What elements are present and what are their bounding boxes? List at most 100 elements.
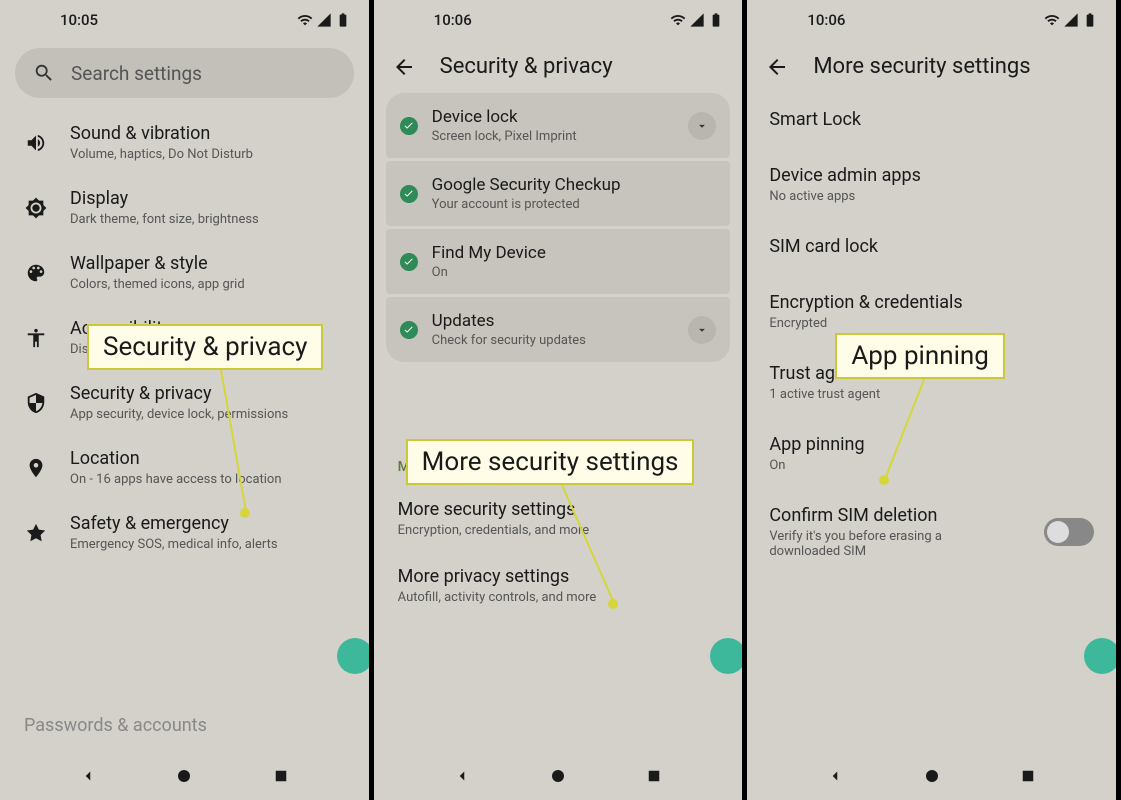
more-content: Smart Lock Device admin apps No active a… (747, 93, 1116, 750)
sub-title: More security settings (398, 499, 719, 520)
status-bar: 10:06 (374, 0, 743, 38)
header: More security settings (747, 38, 1116, 93)
fab-partial[interactable] (337, 638, 369, 674)
status-icons (670, 12, 724, 28)
card-sub: Your account is protected (432, 197, 717, 212)
setting-sub: Volume, haptics, Do Not Disturb (70, 147, 351, 162)
nav-bar (747, 750, 1116, 800)
status-bar: 10:06 (747, 0, 1116, 38)
fab-partial[interactable] (710, 638, 742, 674)
card-title: Device lock (432, 107, 675, 127)
volume-icon (24, 131, 48, 155)
card-title: Find My Device (432, 243, 717, 263)
battery-icon (1082, 12, 1098, 28)
setting-title: Location (70, 448, 351, 469)
setting-title: Wallpaper & style (70, 253, 351, 274)
item-device-admin[interactable]: Device admin apps No active apps (747, 149, 1116, 220)
item-title: Device admin apps (769, 165, 1094, 186)
item-sub: Encrypted (769, 316, 1094, 331)
status-bar: 10:05 (0, 0, 369, 38)
setting-location[interactable]: Location On - 16 apps have access to loc… (0, 435, 369, 500)
nav-recent[interactable] (1016, 764, 1040, 788)
more-security-screen: 10:06 More security settings Smart Lock … (747, 0, 1121, 800)
settings-content: Sound & vibration Volume, haptics, Do No… (0, 110, 369, 750)
nav-back[interactable] (76, 764, 100, 788)
setting-display[interactable]: Display Dark theme, font size, brightnes… (0, 175, 369, 240)
nav-bar (374, 750, 743, 800)
emergency-icon (24, 521, 48, 545)
nav-bar (0, 750, 369, 800)
back-button[interactable] (392, 55, 416, 79)
more-security-settings[interactable]: More security settings Encryption, crede… (374, 485, 743, 552)
settings-screen: 10:05 Search settings Sound & vibration … (0, 0, 374, 800)
wifi-icon (670, 12, 686, 28)
setting-title: Display (70, 188, 351, 209)
setting-sub: Emergency SOS, medical info, alerts (70, 537, 351, 552)
setting-security[interactable]: Security & privacy App security, device … (0, 370, 369, 435)
status-icons (297, 12, 351, 28)
item-app-pinning[interactable]: App pinning On (747, 418, 1116, 489)
toggle-sim-deletion[interactable] (1044, 518, 1094, 546)
setting-title: Sound & vibration (70, 123, 351, 144)
search-bar[interactable]: Search settings (15, 48, 354, 98)
back-button[interactable] (765, 55, 789, 79)
callout-app-pinning: App pinning (835, 333, 1005, 379)
setting-sub: App security, device lock, permissions (70, 407, 351, 422)
setting-passwords[interactable]: Passwords & accounts (0, 701, 369, 750)
item-sub: Verify it's you before erasing a downloa… (769, 529, 999, 559)
search-icon (33, 62, 55, 84)
brightness-icon (24, 196, 48, 220)
callout-more-security: More security settings (406, 439, 695, 485)
setting-wallpaper[interactable]: Wallpaper & style Colors, themed icons, … (0, 240, 369, 305)
wifi-icon (1044, 12, 1060, 28)
expand-button[interactable] (688, 112, 716, 140)
card-sub: On (432, 265, 717, 280)
nav-recent[interactable] (642, 764, 666, 788)
nav-home[interactable] (920, 764, 944, 788)
card-title: Google Security Checkup (432, 175, 717, 195)
callout-security: Security & privacy (87, 324, 323, 370)
accessibility-icon (24, 326, 48, 350)
header-title: More security settings (813, 54, 1030, 79)
card-find-device[interactable]: Find My Device On (386, 229, 731, 294)
item-sim-lock[interactable]: SIM card lock (747, 220, 1116, 276)
status-time: 10:06 (434, 11, 472, 29)
setting-title: Safety & emergency (70, 513, 351, 534)
battery-icon (708, 12, 724, 28)
item-title: Smart Lock (769, 109, 1094, 130)
fab-partial[interactable] (1084, 638, 1116, 674)
sub-title: More privacy settings (398, 566, 719, 587)
security-content: Device lock Screen lock, Pixel Imprint G… (374, 93, 743, 750)
expand-button[interactable] (688, 316, 716, 344)
palette-icon (24, 261, 48, 285)
sub-sub: Encryption, credentials, and more (398, 523, 719, 538)
check-icon (400, 185, 418, 203)
item-sub: No active apps (769, 189, 1094, 204)
signal-icon (1063, 12, 1079, 28)
item-confirm-sim[interactable]: Confirm SIM deletion Verify it's you bef… (747, 489, 1116, 575)
nav-back[interactable] (823, 764, 847, 788)
setting-sub: Colors, themed icons, app grid (70, 277, 351, 292)
status-time: 10:05 (60, 11, 98, 29)
card-google-checkup[interactable]: Google Security Checkup Your account is … (386, 161, 731, 226)
nav-home[interactable] (546, 764, 570, 788)
item-smart-lock[interactable]: Smart Lock (747, 93, 1116, 149)
more-privacy-settings[interactable]: More privacy settings Autofill, activity… (374, 552, 743, 619)
search-placeholder: Search settings (71, 62, 202, 85)
card-device-lock[interactable]: Device lock Screen lock, Pixel Imprint (386, 93, 731, 158)
setting-sound[interactable]: Sound & vibration Volume, haptics, Do No… (0, 110, 369, 175)
card-updates[interactable]: Updates Check for security updates (386, 297, 731, 362)
signal-icon (689, 12, 705, 28)
header: Security & privacy (374, 38, 743, 93)
check-icon (400, 253, 418, 271)
card-sub: Check for security updates (432, 333, 675, 348)
security-screen: 10:06 Security & privacy Device lock Scr… (374, 0, 748, 800)
setting-safety[interactable]: Safety & emergency Emergency SOS, medica… (0, 500, 369, 565)
setting-sub: Dark theme, font size, brightness (70, 212, 351, 227)
nav-back[interactable] (450, 764, 474, 788)
callout-dot (608, 599, 618, 609)
check-icon (400, 117, 418, 135)
callout-dot (240, 508, 250, 518)
nav-home[interactable] (172, 764, 196, 788)
nav-recent[interactable] (269, 764, 293, 788)
